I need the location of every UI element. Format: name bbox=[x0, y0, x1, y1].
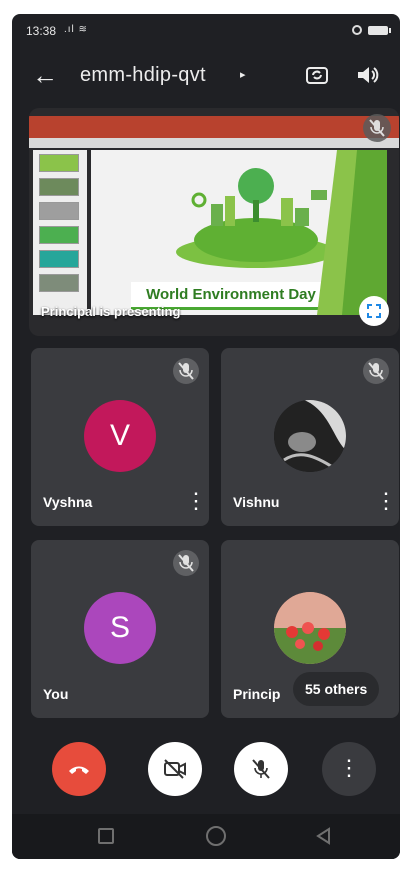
record-icon bbox=[352, 25, 362, 35]
participant-name: You bbox=[43, 686, 69, 702]
mic-off-button[interactable] bbox=[234, 742, 288, 796]
avatar: V bbox=[84, 400, 156, 472]
mic-off-icon bbox=[173, 550, 199, 576]
slide-thumb bbox=[39, 274, 79, 292]
participant-tile-vishnu[interactable]: Vishnu ⋮ bbox=[221, 348, 399, 526]
mic-off-icon bbox=[363, 358, 389, 384]
slide-app-ribbon bbox=[29, 138, 399, 148]
mic-off-icon bbox=[363, 114, 391, 142]
back-triangle-icon[interactable] bbox=[314, 826, 334, 846]
phone-hangup-icon bbox=[69, 766, 89, 774]
recents-icon[interactable] bbox=[98, 828, 114, 844]
more-options-icon[interactable]: ⋮ bbox=[185, 488, 207, 516]
meeting-info-caret-icon[interactable]: ▸ bbox=[240, 68, 246, 81]
meeting-code[interactable]: emm-hdip-qvt bbox=[80, 64, 206, 87]
slide-decoration bbox=[317, 150, 387, 315]
back-arrow-icon[interactable]: ← bbox=[30, 60, 60, 90]
more-options-icon[interactable]: ⋮ bbox=[375, 488, 397, 516]
switch-camera-icon[interactable] bbox=[302, 60, 332, 90]
status-bar: 13:38 .ıl ≋ bbox=[12, 14, 400, 48]
participant-name: Vyshna bbox=[43, 494, 93, 510]
camera-off-icon bbox=[164, 759, 186, 779]
slide-thumb bbox=[39, 250, 79, 268]
presentation-tile[interactable]: World Environment Day Principal is prese… bbox=[29, 108, 399, 336]
participant-tile-others[interactable]: Princip 55 others bbox=[221, 540, 399, 718]
signal-wifi-icon: .ıl ≋ bbox=[64, 24, 88, 35]
avatar-photo bbox=[274, 592, 346, 664]
slide-thumbnails bbox=[33, 150, 87, 315]
mic-off-icon bbox=[173, 358, 199, 384]
hang-up-button[interactable] bbox=[52, 742, 106, 796]
more-options-button[interactable]: ⋮ bbox=[322, 742, 376, 796]
slide-thumb bbox=[39, 202, 79, 220]
avatar: S bbox=[84, 592, 156, 664]
mic-off-icon bbox=[252, 759, 270, 779]
others-count-badge[interactable]: 55 others bbox=[293, 672, 380, 706]
home-icon[interactable] bbox=[206, 826, 226, 846]
system-nav-bar bbox=[12, 814, 400, 859]
camera-off-button[interactable] bbox=[148, 742, 202, 796]
participant-name: Vishnu bbox=[233, 494, 280, 510]
participant-tile-you[interactable]: S You bbox=[31, 540, 209, 718]
slide: World Environment Day bbox=[91, 150, 387, 315]
participant-name: Princip bbox=[233, 686, 281, 702]
participant-tile-vyshna[interactable]: V Vyshna ⋮ bbox=[31, 348, 209, 526]
slide-thumb bbox=[39, 178, 79, 196]
slide-thumb bbox=[39, 226, 79, 244]
phone-screen: 13:38 .ıl ≋ ← emm-hdip-qvt ▸ World Envir… bbox=[12, 14, 400, 859]
earth-city-illustration bbox=[176, 168, 336, 268]
top-bar: ← emm-hdip-qvt ▸ bbox=[12, 52, 400, 102]
presenting-caption: Principal is presenting bbox=[41, 304, 181, 319]
avatar-photo bbox=[274, 400, 346, 472]
status-time: 13:38 bbox=[26, 24, 57, 38]
battery-icon bbox=[368, 26, 391, 35]
fullscreen-icon[interactable] bbox=[359, 296, 389, 326]
speaker-icon[interactable] bbox=[352, 60, 382, 90]
slide-thumb bbox=[39, 154, 79, 172]
slide-app-toolbar bbox=[29, 116, 399, 138]
